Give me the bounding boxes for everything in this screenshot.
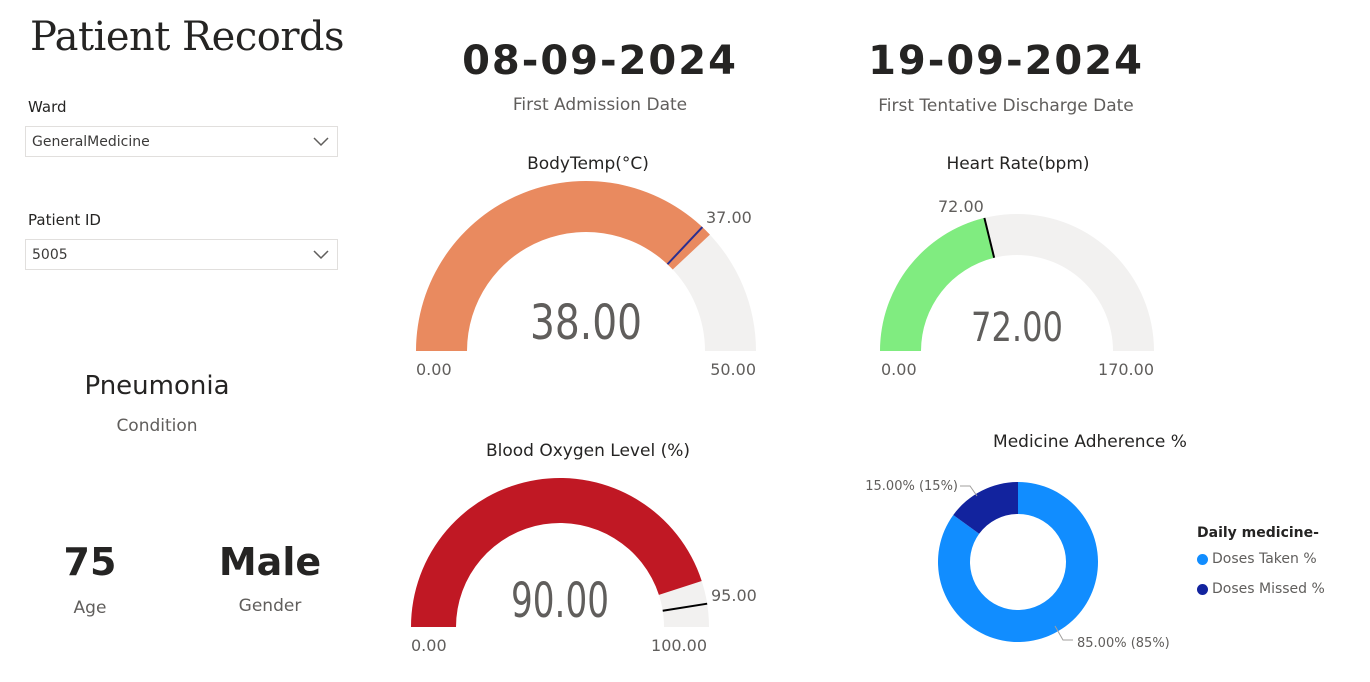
legend-title: Daily medicine- xyxy=(1197,525,1319,541)
medicine-adherence-donut: 15.00% (15%) 85.00% (85%) xyxy=(865,479,1170,651)
legend-dot-icon xyxy=(1197,553,1208,565)
legend-label: Doses Taken % xyxy=(1212,551,1317,567)
slice-leader-line xyxy=(960,485,978,497)
legend-dot-icon xyxy=(1197,583,1208,595)
legend-item-doses-taken[interactable]: Doses Taken % xyxy=(1197,551,1317,567)
legend-item-doses-missed[interactable]: Doses Missed % xyxy=(1197,581,1325,597)
slice-label-doses-missed: 15.00% (15%) xyxy=(865,479,958,494)
slice-label-doses-taken: 85.00% (85%) xyxy=(1077,636,1170,651)
legend-label: Doses Missed % xyxy=(1212,581,1325,597)
